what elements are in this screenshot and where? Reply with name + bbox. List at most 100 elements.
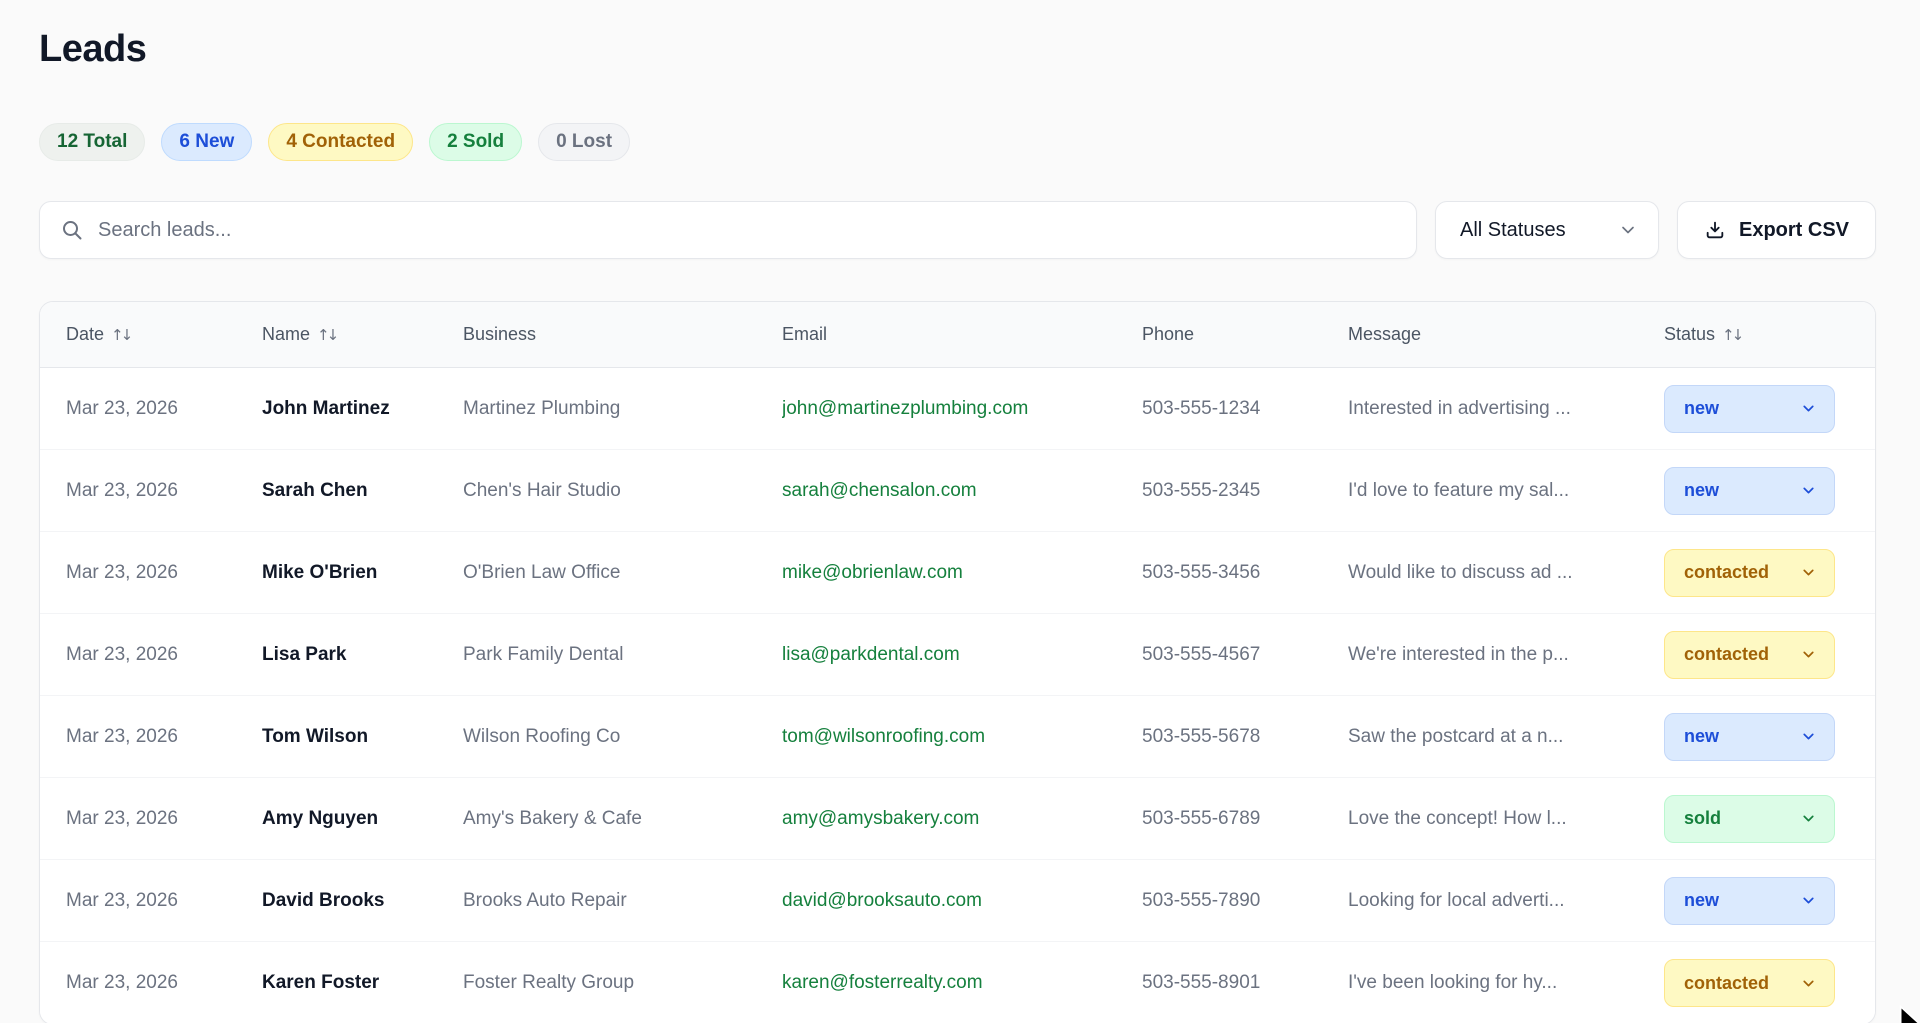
email-link[interactable]: john@martinezplumbing.com [782,398,1028,419]
cell-business: Chen's Hair Studio [463,480,782,502]
search-input[interactable] [98,219,1396,242]
column-header-status[interactable]: Status ↑↓ [1664,324,1872,345]
leads-table: Date ↑↓ Name ↑↓ Business Email Phone Mes… [39,301,1876,1023]
cell-status: new [1664,385,1872,433]
chevron-down-icon [1800,564,1817,581]
status-select[interactable]: new [1664,385,1835,433]
cell-email: amy@amysbakery.com [782,808,1142,830]
cell-phone: 503-555-2345 [1142,480,1348,502]
status-filter-dropdown[interactable]: All Statuses [1435,201,1659,259]
export-csv-button[interactable]: Export CSV [1677,201,1876,259]
chevron-down-icon [1618,220,1638,240]
chevron-down-icon [1800,810,1817,827]
status-select[interactable]: new [1664,713,1835,761]
cell-name: David Brooks [262,890,463,912]
chevron-down-icon [1800,482,1817,499]
status-select[interactable]: contacted [1664,959,1835,1007]
cell-message: Love the concept! How l... [1348,808,1664,830]
table-row: Mar 23, 2026 John Martinez Martinez Plum… [40,368,1875,450]
chevron-down-icon [1800,646,1817,663]
cell-email: tom@wilsonroofing.com [782,726,1142,748]
status-select[interactable]: contacted [1664,549,1835,597]
cell-email: lisa@parkdental.com [782,644,1142,666]
cell-date: Mar 23, 2026 [66,890,262,912]
cell-phone: 503-555-4567 [1142,644,1348,666]
cell-business: Foster Realty Group [463,972,782,994]
email-link[interactable]: karen@fosterrealty.com [782,972,983,993]
email-link[interactable]: tom@wilsonroofing.com [782,726,985,747]
cell-email: david@brooksauto.com [782,890,1142,912]
cell-message: We're interested in the p... [1348,644,1664,666]
summary-badges: 12 Total6 New4 Contacted2 Sold0 Lost [39,123,1876,161]
search-box[interactable] [39,201,1417,259]
summary-badge-total: 12 Total [39,123,145,161]
status-filter-value: All Statuses [1460,219,1566,242]
cell-email: karen@fosterrealty.com [782,972,1142,994]
cell-business: O'Brien Law Office [463,562,782,584]
table-row: Mar 23, 2026 Mike O'Brien O'Brien Law Of… [40,532,1875,614]
cell-phone: 503-555-6789 [1142,808,1348,830]
table-row: Mar 23, 2026 Sarah Chen Chen's Hair Stud… [40,450,1875,532]
status-select[interactable]: contacted [1664,631,1835,679]
column-header-phone: Phone [1142,324,1348,345]
table-header-row: Date ↑↓ Name ↑↓ Business Email Phone Mes… [40,302,1875,368]
table-body: Mar 23, 2026 John Martinez Martinez Plum… [40,368,1875,1023]
cell-email: sarah@chensalon.com [782,480,1142,502]
cell-phone: 503-555-5678 [1142,726,1348,748]
column-header-business: Business [463,324,782,345]
status-select[interactable]: new [1664,877,1835,925]
search-icon [60,218,84,242]
cell-phone: 503-555-1234 [1142,398,1348,420]
cell-date: Mar 23, 2026 [66,562,262,584]
cell-date: Mar 23, 2026 [66,726,262,748]
cell-message: Would like to discuss ad ... [1348,562,1664,584]
cell-date: Mar 23, 2026 [66,398,262,420]
email-link[interactable]: lisa@parkdental.com [782,644,960,665]
column-header-email: Email [782,324,1142,345]
status-select[interactable]: new [1664,467,1835,515]
email-link[interactable]: sarah@chensalon.com [782,480,977,501]
table-row: Mar 23, 2026 Tom Wilson Wilson Roofing C… [40,696,1875,778]
cell-status: sold [1664,795,1872,843]
cell-phone: 503-555-8901 [1142,972,1348,994]
cell-name: Tom Wilson [262,726,463,748]
cell-email: john@martinezplumbing.com [782,398,1142,420]
cell-status: new [1664,877,1872,925]
cell-name: Sarah Chen [262,480,463,502]
cell-name: Karen Foster [262,972,463,994]
cell-date: Mar 23, 2026 [66,480,262,502]
cell-message: I'd love to feature my sal... [1348,480,1664,502]
cell-phone: 503-555-3456 [1142,562,1348,584]
summary-badge-new: 6 New [161,123,252,161]
cell-status: contacted [1664,959,1872,1007]
column-header-date[interactable]: Date ↑↓ [66,324,262,345]
chevron-down-icon [1800,975,1817,992]
email-link[interactable]: david@brooksauto.com [782,890,982,911]
cell-name: Mike O'Brien [262,562,463,584]
cell-date: Mar 23, 2026 [66,808,262,830]
cell-status: contacted [1664,631,1872,679]
table-row: Mar 23, 2026 Lisa Park Park Family Denta… [40,614,1875,696]
summary-badge-sold: 2 Sold [429,123,522,161]
status-select[interactable]: sold [1664,795,1835,843]
cell-status: new [1664,713,1872,761]
cell-phone: 503-555-7890 [1142,890,1348,912]
cell-business: Wilson Roofing Co [463,726,782,748]
cell-status: new [1664,467,1872,515]
leads-page: Leads 12 Total6 New4 Contacted2 Sold0 Lo… [0,0,1920,1023]
cell-message: I've been looking for hy... [1348,972,1664,994]
email-link[interactable]: mike@obrienlaw.com [782,562,963,583]
column-header-name[interactable]: Name ↑↓ [262,324,463,345]
table-row: Mar 23, 2026 Karen Foster Foster Realty … [40,942,1875,1023]
cell-name: Lisa Park [262,644,463,666]
chevron-down-icon [1800,728,1817,745]
export-csv-label: Export CSV [1739,219,1849,242]
summary-badge-contacted: 4 Contacted [268,123,413,161]
download-icon [1704,219,1726,241]
cell-message: Looking for local adverti... [1348,890,1664,912]
page-title: Leads [39,28,1876,71]
column-header-message: Message [1348,324,1664,345]
sort-icon: ↑↓ [1722,326,1744,344]
email-link[interactable]: amy@amysbakery.com [782,808,979,829]
table-row: Mar 23, 2026 David Brooks Brooks Auto Re… [40,860,1875,942]
